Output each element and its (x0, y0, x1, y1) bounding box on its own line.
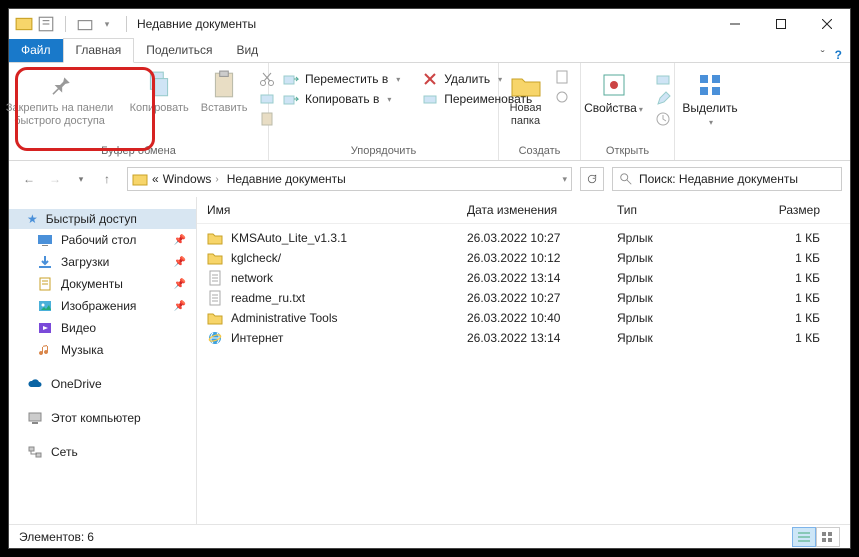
tab-share[interactable]: Поделиться (134, 39, 224, 62)
address-bar: ← → ▾ ↑ « Windows › Недавние документы ▾… (9, 161, 850, 197)
window-title: Недавние документы (137, 17, 256, 31)
sidebar-item-onedrive[interactable]: OneDrive (9, 373, 196, 395)
ribbon-tabs: Файл Главная Поделиться Вид ˇ ? (9, 39, 850, 63)
back-button[interactable]: ← (17, 167, 41, 191)
tab-home[interactable]: Главная (63, 38, 135, 63)
sidebar-item-music[interactable]: Музыка (9, 339, 196, 361)
close-button[interactable] (804, 9, 850, 39)
create-group-label: Создать (519, 143, 561, 160)
sidebar-item-quick-access[interactable]: ★Быстрый доступ (9, 209, 196, 229)
column-type[interactable]: Тип (617, 203, 747, 217)
search-input[interactable]: Поиск: Недавние документы (612, 167, 842, 191)
pin-icon: 📌 (174, 235, 186, 246)
new-folder-button[interactable]: Новая папка (504, 65, 548, 128)
column-date[interactable]: Дата изменения (467, 203, 617, 217)
sidebar-item-documents[interactable]: Документы📌 (9, 273, 196, 295)
titlebar: ▾ Недавние документы (9, 9, 850, 39)
minimize-button[interactable] (712, 9, 758, 39)
qat-dropdown-icon[interactable]: ▾ (98, 15, 116, 33)
file-list-pane: Имя Дата изменения Тип Размер KMSAuto_Li… (197, 197, 850, 524)
properties-button[interactable]: Свойства▾ (578, 65, 649, 129)
column-name[interactable]: Имя (207, 203, 467, 217)
move-to-button[interactable]: Переместить в▾ (277, 69, 406, 89)
explorer-app-icon (15, 15, 33, 33)
view-icons-button[interactable] (816, 527, 840, 547)
help-icon[interactable]: ? (835, 48, 842, 62)
pin-icon: 📌 (174, 279, 186, 290)
file-row[interactable]: Интернет26.03.2022 13:14Ярлык1 КБ (207, 328, 840, 348)
file-row[interactable]: network26.03.2022 13:14Ярлык1 КБ (207, 268, 840, 288)
select-button[interactable]: Выделить▾ (676, 65, 743, 129)
pin-icon: 📌 (174, 301, 186, 312)
status-bar: Элементов: 6 (9, 524, 850, 548)
tab-view[interactable]: Вид (224, 39, 270, 62)
ribbon: Закрепить на панели быстрого доступа Коп… (9, 63, 850, 161)
file-row[interactable]: KMSAuto_Lite_v1.3.126.03.2022 10:27Ярлык… (207, 228, 840, 248)
ribbon-collapse-icon[interactable]: ˇ (821, 48, 825, 62)
easy-access-button[interactable] (548, 87, 576, 107)
properties-qat-icon[interactable] (37, 15, 55, 33)
column-size[interactable]: Размер (747, 203, 840, 217)
pin-icon: 📌 (174, 257, 186, 268)
file-row[interactable]: kglcheck/26.03.2022 10:12Ярлык1 КБ (207, 248, 840, 268)
maximize-button[interactable] (758, 9, 804, 39)
up-button[interactable]: ↑ (95, 167, 119, 191)
file-row[interactable]: readme_ru.txt26.03.2022 10:27Ярлык1 КБ (207, 288, 840, 308)
file-list: KMSAuto_Lite_v1.3.126.03.2022 10:27Ярлык… (197, 224, 850, 524)
tab-file[interactable]: Файл (9, 39, 63, 62)
folder-icon (132, 171, 148, 187)
file-row[interactable]: Administrative Tools26.03.2022 10:40Ярлы… (207, 308, 840, 328)
refresh-button[interactable] (580, 167, 604, 191)
open-group-label: Открыть (606, 143, 649, 160)
paste-button[interactable]: Вставить (195, 65, 254, 129)
organize-group-label: Упорядочить (351, 143, 416, 160)
pin-to-quick-access-button[interactable]: Закрепить на панели быстрого доступа (0, 65, 124, 129)
sidebar-item-this-pc[interactable]: Этот компьютер (9, 407, 196, 429)
sidebar-item-downloads[interactable]: Загрузки📌 (9, 251, 196, 273)
search-icon (619, 172, 633, 186)
recent-locations-button[interactable]: ▾ (69, 167, 93, 191)
navigation-pane: ★Быстрый доступ Рабочий стол📌 Загрузки📌 … (9, 197, 197, 524)
forward-button[interactable]: → (43, 167, 67, 191)
copy-button[interactable]: Копировать (124, 65, 195, 129)
new-item-button[interactable] (548, 67, 576, 87)
sidebar-item-pictures[interactable]: Изображения📌 (9, 295, 196, 317)
breadcrumb[interactable]: « Windows › Недавние документы ▾ (127, 167, 572, 191)
clipboard-group-label: Буфер обмена (101, 143, 176, 160)
open-button[interactable] (649, 69, 677, 89)
edit-button[interactable] (649, 89, 677, 109)
sidebar-item-desktop[interactable]: Рабочий стол📌 (9, 229, 196, 251)
new-folder-qat-icon[interactable] (76, 15, 94, 33)
sidebar-item-network[interactable]: Сеть (9, 441, 196, 463)
quick-access-toolbar: ▾ (15, 15, 133, 33)
content-area: ★Быстрый доступ Рабочий стол📌 Загрузки📌 … (9, 197, 850, 524)
column-headers[interactable]: Имя Дата изменения Тип Размер (197, 197, 850, 224)
history-button[interactable] (649, 109, 677, 129)
sidebar-item-videos[interactable]: Видео (9, 317, 196, 339)
view-details-button[interactable] (792, 527, 816, 547)
copy-to-button[interactable]: Копировать в▾ (277, 89, 406, 109)
window: ▾ Недавние документы Файл Главная Подели… (8, 8, 851, 549)
